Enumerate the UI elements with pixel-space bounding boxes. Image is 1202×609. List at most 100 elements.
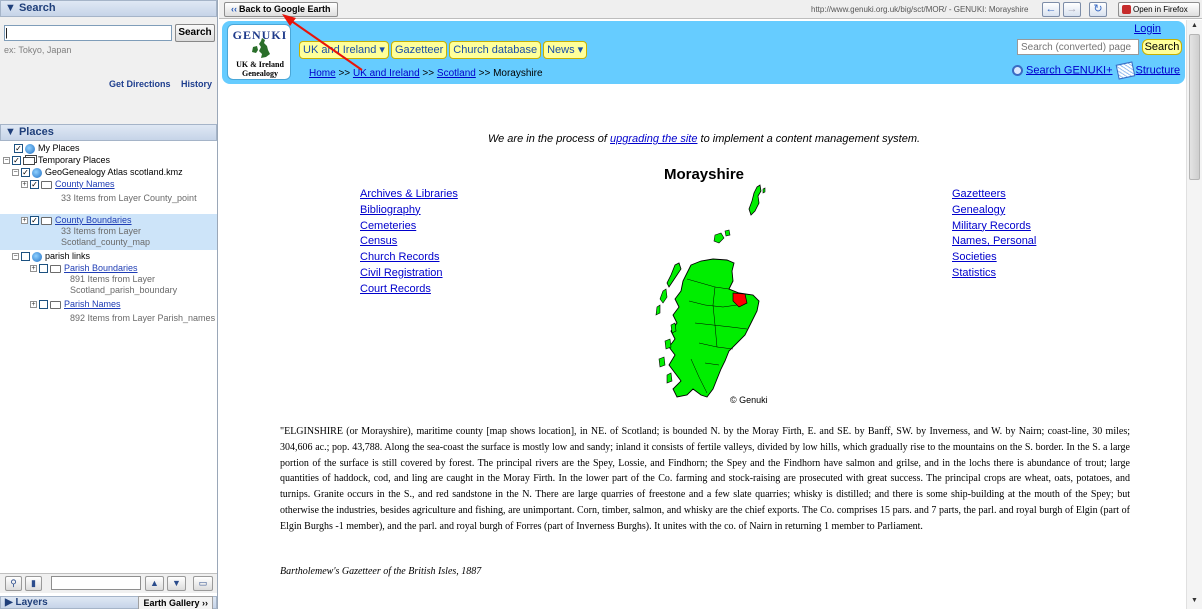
link-statistics[interactable]: Statistics bbox=[952, 266, 1036, 282]
collapse-icon[interactable]: − bbox=[3, 157, 10, 165]
menu-news[interactable]: News ▾ bbox=[543, 41, 588, 59]
tree-label[interactable]: GeoGenealogy Atlas scotland.kmz bbox=[45, 167, 183, 177]
breadcrumb-scotland[interactable]: Scotland bbox=[437, 68, 476, 79]
scotland-map[interactable] bbox=[629, 183, 773, 411]
expand-icon[interactable]: + bbox=[21, 217, 28, 225]
genuki-search-links: Search GENUKI+ Structure bbox=[1012, 61, 1181, 80]
tree-sub: 33 Items from Layer County_point bbox=[61, 193, 197, 203]
tree-row-county-boundaries[interactable]: + ✓ County Boundaries 33 Items from Layer … bbox=[0, 214, 217, 250]
link-names-personal[interactable]: Names, Personal bbox=[952, 234, 1036, 250]
link-societies[interactable]: Societies bbox=[952, 250, 1036, 266]
move-up-icon[interactable]: ▲ bbox=[145, 576, 164, 591]
left-links: Archives & Libraries Bibliography Cemete… bbox=[360, 187, 458, 298]
scroll-thumb[interactable] bbox=[1189, 34, 1200, 180]
firefox-icon bbox=[1122, 5, 1131, 14]
checkbox-unchecked-icon[interactable] bbox=[39, 264, 48, 274]
checkbox-checked-icon[interactable]: ✓ bbox=[30, 216, 39, 226]
genuki-header: GENUKI UK & Ireland Genealogy UK and Ire… bbox=[222, 21, 1185, 84]
places-tree: ✓ My Places − ✓ Temporary Places − ✓ GeoGenea… bbox=[0, 142, 217, 570]
checkbox-checked-icon[interactable]: ✓ bbox=[12, 156, 21, 166]
places-toolbar: ⚲ ▮ ▲ ▼ ▭ bbox=[0, 573, 217, 593]
tree-row-parish-boundaries[interactable]: + Parish Boundaries bbox=[0, 262, 217, 274]
tree-sub: 892 Items from Layer Parish_names bbox=[70, 313, 216, 323]
login-link[interactable]: Login bbox=[1134, 23, 1161, 35]
tree-link-parish-names[interactable]: Parish Names bbox=[64, 299, 121, 309]
menu-gazetteer[interactable]: Gazetteer bbox=[390, 41, 448, 59]
link-church-records[interactable]: Church Records bbox=[360, 250, 458, 266]
magnify-icon[interactable]: ⚲ bbox=[5, 576, 22, 591]
upgrading-site-link[interactable]: upgrading the site bbox=[610, 133, 697, 145]
tree-row-county-names[interactable]: + ✓ County Names bbox=[0, 178, 217, 190]
link-civil-registration[interactable]: Civil Registration bbox=[360, 266, 458, 282]
tree-label[interactable]: parish links bbox=[45, 251, 90, 261]
back-arrow-icon[interactable]: ← bbox=[1042, 2, 1060, 17]
tree-link-parish-boundaries[interactable]: Parish Boundaries bbox=[64, 263, 138, 273]
places-panel-header[interactable]: ▼ Places bbox=[0, 124, 217, 141]
link-bibliography[interactable]: Bibliography bbox=[360, 203, 458, 219]
refresh-icon[interactable]: ↻ bbox=[1089, 2, 1107, 17]
menu-church-database[interactable]: Church database bbox=[449, 41, 542, 59]
link-court-records[interactable]: Court Records bbox=[360, 282, 458, 298]
collapse-icon[interactable]: − bbox=[12, 169, 19, 177]
tree-label[interactable]: Temporary Places bbox=[38, 155, 110, 165]
genuki-search-button[interactable]: Search bbox=[1142, 39, 1182, 55]
scroll-down-icon[interactable]: ▼ bbox=[1191, 597, 1198, 604]
genuki-menu: UK and Ireland ▾ Gazetteer Church databa… bbox=[299, 41, 588, 59]
collapse-icon[interactable]: − bbox=[12, 253, 19, 261]
expand-icon[interactable]: + bbox=[30, 301, 37, 309]
link-archives[interactable]: Archives & Libraries bbox=[360, 187, 458, 203]
panel-toggle-icon[interactable]: ▮ bbox=[25, 576, 42, 591]
expand-icon[interactable]: + bbox=[30, 265, 37, 273]
kmz-globe-icon bbox=[32, 167, 42, 178]
page-scrollbar[interactable]: ▲ ▼ bbox=[1186, 20, 1202, 609]
page-title: Morayshire bbox=[663, 166, 745, 183]
link-gazetteers[interactable]: Gazetteers bbox=[952, 187, 1036, 203]
checkbox-unchecked-icon[interactable] bbox=[39, 300, 48, 310]
get-directions-link[interactable]: Get Directions bbox=[109, 79, 171, 89]
checkbox-checked-icon[interactable]: ✓ bbox=[21, 168, 30, 178]
folder-icon bbox=[50, 264, 61, 273]
search-panel: Search ex: Tokyo, Japan Get Directions H… bbox=[0, 17, 217, 125]
breadcrumb-uk-ireland[interactable]: UK and Ireland bbox=[353, 68, 420, 79]
breadcrumb-home[interactable]: Home bbox=[309, 68, 336, 79]
layers-panel-header[interactable]: ▶ Layers Earth Gallery ›› bbox=[0, 596, 217, 609]
search-input[interactable] bbox=[4, 25, 172, 41]
places-filter-input[interactable] bbox=[51, 576, 141, 590]
folder-icon bbox=[41, 180, 52, 189]
tree-row-parish-names[interactable]: + Parish Names bbox=[0, 298, 217, 310]
tree-row-temporary-places[interactable]: − ✓ Temporary Places bbox=[0, 154, 217, 166]
tree-row-kmz[interactable]: − ✓ GeoGenealogy Atlas scotland.kmz bbox=[0, 166, 217, 178]
link-military-records[interactable]: Military Records bbox=[952, 219, 1036, 235]
forward-arrow-icon[interactable]: → bbox=[1063, 2, 1081, 17]
structure-icon bbox=[1115, 61, 1135, 80]
folder-add-icon[interactable]: ▭ bbox=[193, 576, 213, 591]
link-census[interactable]: Census bbox=[360, 234, 458, 250]
tree-label[interactable]: My Places bbox=[38, 143, 80, 153]
expand-icon[interactable]: + bbox=[21, 181, 28, 189]
structure-link[interactable]: Structure bbox=[1136, 64, 1181, 76]
british-isles-map-icon bbox=[252, 38, 270, 58]
search-button[interactable]: Search bbox=[175, 24, 215, 42]
earth-gallery-button[interactable]: Earth Gallery ›› bbox=[138, 596, 213, 609]
checkbox-checked-icon[interactable]: ✓ bbox=[30, 180, 39, 190]
tree-link-county-boundaries[interactable]: County Boundaries bbox=[55, 215, 132, 225]
open-in-firefox-button[interactable]: Open in Firefox bbox=[1118, 2, 1200, 17]
back-to-google-earth-button[interactable]: ‹‹ Back to Google Earth bbox=[224, 2, 338, 17]
tree-link-county-names[interactable]: County Names bbox=[55, 179, 115, 189]
genuki-search-input[interactable] bbox=[1017, 39, 1139, 55]
search-genuki-link[interactable]: Search GENUKI+ bbox=[1026, 64, 1113, 76]
move-down-icon[interactable]: ▼ bbox=[167, 576, 186, 591]
search-panel-header[interactable]: ▼ Search bbox=[0, 0, 217, 17]
link-genealogy[interactable]: Genealogy bbox=[952, 203, 1036, 219]
link-cemeteries[interactable]: Cemeteries bbox=[360, 219, 458, 235]
tree-row-my-places[interactable]: ✓ My Places bbox=[0, 142, 217, 154]
search-links: Get Directions History bbox=[101, 79, 212, 89]
genuki-logo[interactable]: GENUKI UK & Ireland Genealogy bbox=[227, 24, 291, 80]
tree-row-parish-links[interactable]: − parish links bbox=[0, 250, 217, 262]
menu-uk-and-ireland[interactable]: UK and Ireland ▾ bbox=[299, 41, 389, 59]
history-link[interactable]: History bbox=[181, 79, 212, 89]
scroll-up-icon[interactable]: ▲ bbox=[1191, 22, 1198, 29]
folder-icon bbox=[50, 300, 61, 309]
checkbox-unchecked-icon[interactable] bbox=[21, 252, 30, 262]
checkbox-checked-icon[interactable]: ✓ bbox=[14, 144, 23, 154]
